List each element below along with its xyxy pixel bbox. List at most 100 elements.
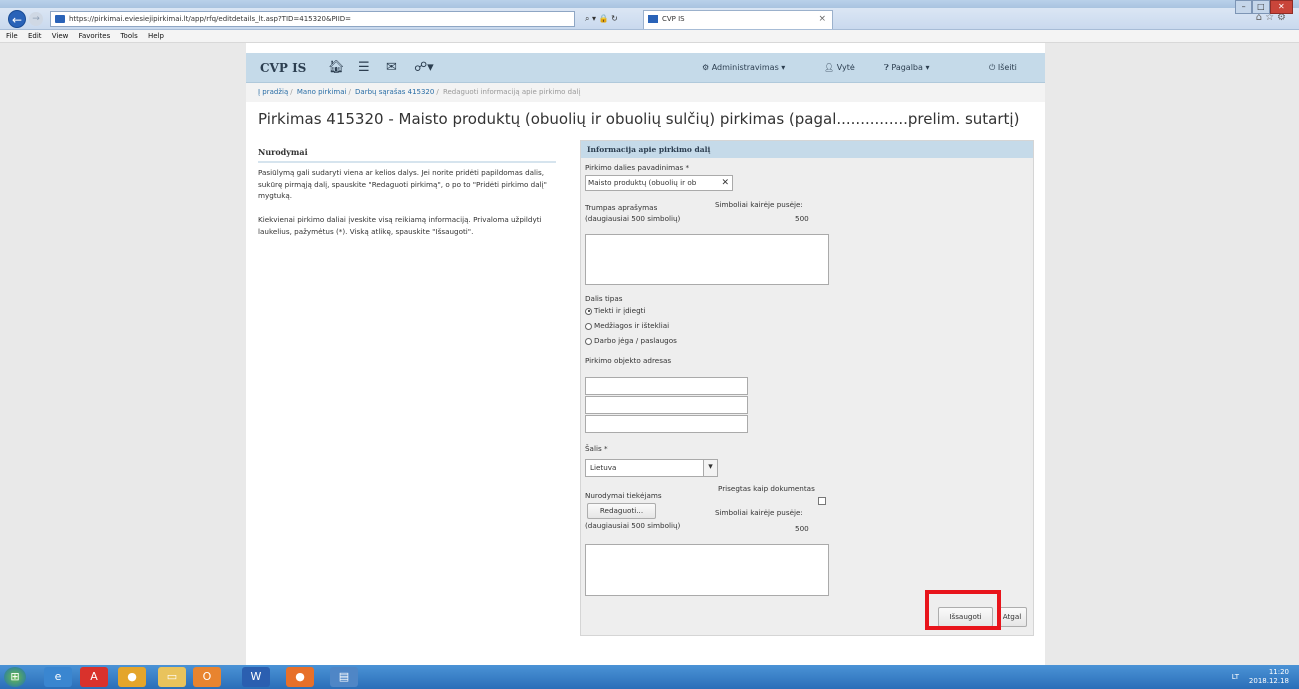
user-menu[interactable]: 👤︎ Vytė (824, 63, 855, 72)
user-label: Vytė (836, 63, 855, 72)
address-bar: ← → https://pirkimai.eviesiejipirkimai.l… (0, 8, 1299, 30)
forward-button[interactable]: → (29, 12, 43, 26)
breadcrumb: Į pradžią / Mano pirkimai / Darbų sąrašas … (246, 83, 1045, 102)
chevron-down-icon[interactable]: ▾ (703, 460, 717, 476)
type-label: Dalis tipas (585, 294, 623, 303)
word-icon[interactable]: W (242, 667, 270, 687)
type-option-services-label: Darbo jėga / paslaugos (594, 336, 677, 345)
highlight-box (925, 590, 1001, 630)
admin-label: Administravimas (711, 63, 779, 72)
panel-title: Informacija apie pirkimo dalį (581, 141, 1033, 158)
firefox-icon[interactable]: ● (286, 667, 314, 687)
chars-left-value-2: 500 (795, 524, 809, 533)
clock-time: 11:20 (1268, 668, 1289, 676)
breadcrumb-home[interactable]: Į pradžią (258, 88, 288, 96)
attached-checkbox[interactable] (818, 497, 826, 505)
instructions-paragraph-1: Pasiūlymą gali sudaryti viena ar kelios … (258, 168, 547, 200)
name-input[interactable]: Maisto produktų (obuolių ir ob ✕ (585, 175, 733, 191)
windows-taskbar: ⊞ e A ● ▭ O W ● ▤ LT 11:20 2018.12.18 (0, 665, 1299, 689)
breadcrumb-worklist[interactable]: Darbų sąrašas 415320 (355, 88, 434, 96)
menu-file[interactable]: File (6, 32, 18, 40)
address-line-2[interactable] (585, 396, 748, 414)
breadcrumb-my-procurements[interactable]: Mano pirkimai (297, 88, 347, 96)
back-button-form[interactable]: Atgal (997, 607, 1027, 627)
supplier-instructions-label: Nurodymai tiekėjams (585, 491, 662, 500)
logout-link[interactable]: ⏻ Išeiti (989, 63, 1017, 73)
address-line-3[interactable] (585, 415, 748, 433)
envelope-icon[interactable]: ✉ (386, 60, 397, 75)
type-option-supply[interactable]: Tiekti ir įdiegti (585, 306, 645, 315)
radio-unselected[interactable] (585, 337, 592, 345)
menu-tools[interactable]: Tools (120, 32, 137, 40)
supplier-limit-label: (daugiausiai 500 simbolių) (585, 521, 681, 530)
page-content: CVP IS 🏠︎ ☰ ✉ ☍▾ ⚙ Administravimas ▾ 👤︎ … (246, 43, 1045, 665)
minimize-button[interactable]: – (1235, 0, 1253, 14)
clock[interactable]: 11:20 2018.12.18 (1249, 668, 1289, 686)
folder-icon[interactable]: ▭ (158, 667, 186, 687)
close-tab-icon[interactable]: × (818, 11, 826, 28)
menu-edit[interactable]: Edit (28, 32, 42, 40)
address-line-1[interactable] (585, 377, 748, 395)
help-menu[interactable]: ❓︎ Pagalba ▾ (884, 63, 929, 73)
tab-icon (648, 15, 658, 23)
page-title: Pirkimas 415320 - Maisto produktų (obuol… (258, 110, 1020, 128)
chars-left-label: Simboliai kairėje pusėje: (715, 200, 803, 209)
procurement-part-form: Informacija apie pirkimo dalį Pirkimo da… (580, 140, 1034, 636)
close-window-button[interactable]: ✕ (1269, 0, 1293, 14)
description-limit-label: (daugiausiai 500 simbolių) (585, 214, 681, 223)
description-label: Trumpas aprašymas (585, 203, 658, 212)
start-button[interactable]: ⊞ (4, 667, 26, 687)
country-label: Šalis * (585, 444, 608, 453)
menu-view[interactable]: View (52, 32, 69, 40)
clear-input-icon[interactable]: ✕ (721, 176, 729, 190)
menu-help[interactable]: Help (148, 32, 164, 40)
acrobat-icon[interactable]: A (80, 667, 108, 687)
browser-tab[interactable]: CVP IS × (643, 10, 833, 29)
instructions-heading: Nurodymai (258, 147, 556, 163)
radio-unselected[interactable] (585, 322, 592, 330)
language-indicator[interactable]: LT (1232, 673, 1239, 681)
back-button[interactable]: ← (8, 10, 26, 28)
chars-left-value: 500 (795, 214, 809, 223)
clock-date: 2018.12.18 (1248, 677, 1289, 685)
url-tools[interactable]: ⌕ ▾ 🔒 ↻ (585, 12, 618, 26)
window-controls: – □ ✕ (1235, 0, 1293, 16)
logout-label: Išeiti (997, 63, 1017, 72)
radio-selected[interactable] (585, 307, 592, 315)
breadcrumb-current: Redaguoti informaciją apie pirkimo dalį (442, 88, 581, 96)
ie-icon[interactable]: e (44, 667, 72, 687)
address-label: Pirkimo objekto adresas (585, 356, 672, 365)
type-option-services[interactable]: Darbo jėga / paslaugos (585, 336, 677, 345)
home-icon[interactable]: 🏠︎ (328, 60, 345, 75)
country-select[interactable]: Lietuva ▾ (585, 459, 718, 477)
network-icon[interactable]: ▤ (330, 667, 358, 687)
brand-logo[interactable]: CVP IS (260, 61, 306, 75)
edit-instructions-button[interactable]: Redaguoti... (587, 503, 656, 519)
name-label: Pirkimo dalies pavadinimas * (585, 163, 690, 172)
attached-label: Prisegtas kaip dokumentas (718, 484, 815, 493)
name-value: Maisto produktų (obuolių ir ob (588, 178, 697, 187)
window-titlebar (0, 0, 1299, 8)
sitemap-icon[interactable]: ☍▾ (414, 60, 434, 75)
type-option-supply-label: Tiekti ir įdiegti (594, 306, 646, 315)
type-option-materials[interactable]: Medžiagos ir ištekliai (585, 321, 669, 330)
url-text: https://pirkimai.eviesiejipirkimai.lt/ap… (69, 15, 352, 23)
app-navbar: CVP IS 🏠︎ ☰ ✉ ☍▾ ⚙ Administravimas ▾ 👤︎ … (246, 53, 1045, 83)
site-icon (55, 15, 65, 23)
instructions-paragraph-2: Kiekvienai pirkimo daliai įveskite visą … (258, 215, 542, 236)
supplier-instructions-textarea[interactable] (585, 544, 829, 596)
type-option-materials-label: Medžiagos ir ištekliai (594, 321, 670, 330)
menu-favorites[interactable]: Favorites (79, 32, 111, 40)
url-input[interactable]: https://pirkimai.eviesiejipirkimai.lt/ap… (50, 11, 575, 27)
chars-left-label-2: Simboliai kairėje pusėje: (715, 508, 803, 517)
chrome-icon[interactable]: ● (118, 667, 146, 687)
list-icon[interactable]: ☰ (358, 60, 370, 75)
outlook-icon[interactable]: O (193, 667, 221, 687)
admin-menu[interactable]: ⚙ Administravimas ▾ (702, 63, 785, 72)
browser-menubar: File Edit View Favorites Tools Help (0, 30, 1299, 43)
tab-title: CVP IS (662, 15, 685, 23)
country-value: Lietuva (590, 463, 617, 472)
description-textarea[interactable] (585, 234, 829, 285)
help-label: Pagalba (891, 63, 923, 72)
maximize-button[interactable]: □ (1252, 0, 1270, 14)
